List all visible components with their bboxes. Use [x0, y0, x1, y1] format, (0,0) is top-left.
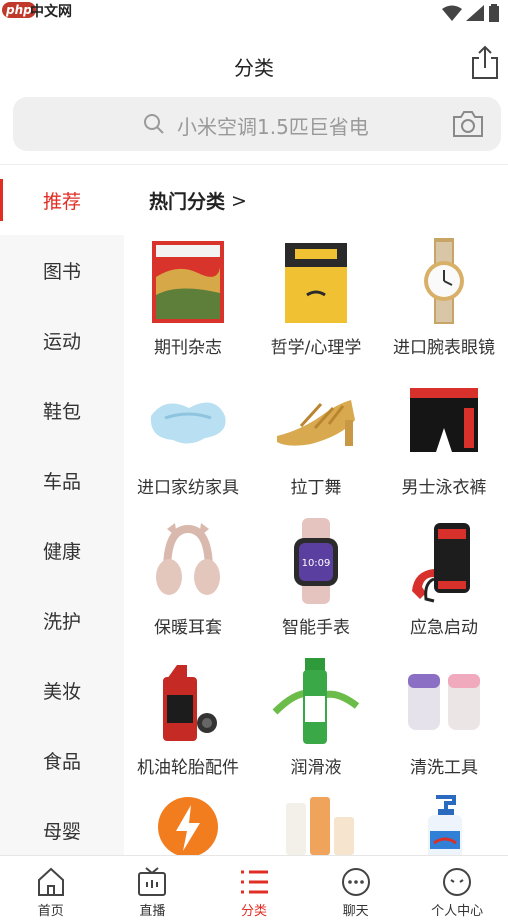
tab-live[interactable]: 直播 — [102, 856, 204, 922]
tab-label: 个人中心 — [431, 904, 484, 919]
category-item[interactable]: 润滑液 — [252, 655, 380, 795]
sidebar-item-label: 推荐 — [42, 190, 81, 213]
sidebar-item-label: 美妆 — [42, 680, 81, 703]
cosmetics-icon — [286, 797, 354, 855]
book-icon — [285, 243, 347, 323]
category-item[interactable] — [380, 795, 508, 855]
category-item[interactable] — [124, 795, 252, 855]
category-item[interactable]: 应急启动 — [380, 515, 508, 655]
sidebar-item-health[interactable]: 健康 — [0, 515, 124, 585]
category-label: 清洗工具 — [410, 758, 478, 778]
category-item[interactable]: 期刊杂志 — [124, 235, 252, 375]
search-input[interactable]: 小米空调1.5匹巨省电 — [13, 97, 501, 151]
category-label: 应急启动 — [410, 618, 478, 638]
category-item[interactable]: 清洗工具 — [380, 655, 508, 795]
chat-icon — [341, 868, 370, 896]
lightning-icon — [158, 797, 218, 855]
sidebar-item-label: 图书 — [42, 260, 81, 283]
page-title: 分类 — [234, 56, 274, 80]
category-item[interactable]: 哲学/心理学 — [252, 235, 380, 375]
header: 分类 — [0, 24, 508, 100]
battery-icon — [489, 4, 499, 22]
category-label: 机油轮胎配件 — [137, 758, 239, 778]
tab-chat[interactable]: 聊天 — [305, 856, 407, 922]
sidebar-item-label: 食品 — [42, 750, 81, 773]
search-placeholder: 小米空调1.5匹巨省电 — [177, 115, 369, 139]
sidebar-item-label: 运动 — [42, 330, 81, 353]
hot-categories-link[interactable]: 热门分类 > — [149, 187, 247, 214]
lubricant-icon — [272, 658, 360, 744]
category-label: 哲学/心理学 — [270, 338, 362, 358]
sidebar-item-label: 母婴 — [42, 820, 81, 843]
chevron-right-icon: > — [231, 189, 247, 212]
category-label: 进口家纺家具 — [137, 478, 239, 498]
wifi-icon — [442, 5, 462, 21]
category-sidebar: 推荐 图书 运动 鞋包 车品 健康 洗护 美妆 食品 母婴 — [0, 165, 124, 855]
sidebar-item-label: 健康 — [42, 540, 81, 563]
hand-soap-icon — [428, 795, 462, 855]
category-item[interactable]: 进口腕表眼镜 — [380, 235, 508, 375]
category-grid: 期刊杂志 哲学/心理学 进口腕表眼镜 进口家纺家具 拉丁舞 男士泳衣裤 保暖耳套… — [124, 235, 508, 855]
magazine-icon — [152, 241, 224, 323]
watch-icon — [424, 238, 464, 324]
category-item[interactable]: 进口家纺家具 — [124, 375, 252, 515]
bottom-tab-bar: 首页 直播 分类 聊天 个人中心 — [0, 855, 508, 922]
motor-oil-icon — [163, 665, 217, 741]
tab-label: 首页 — [37, 904, 64, 919]
category-label: 润滑液 — [290, 758, 342, 778]
category-item[interactable]: 保暖耳套 — [124, 515, 252, 655]
status-icons — [442, 4, 500, 22]
tab-profile[interactable]: 个人中心 — [406, 856, 508, 922]
category-item[interactable] — [252, 795, 380, 855]
sidebar-item-recommend[interactable]: 推荐 — [0, 165, 124, 235]
camera-icon[interactable] — [451, 109, 485, 139]
profile-icon — [443, 868, 472, 896]
sidebar-item-beauty[interactable]: 美妆 — [0, 655, 124, 725]
category-label: 智能手表 — [282, 618, 350, 638]
sidebar-item-car[interactable]: 车品 — [0, 445, 124, 515]
svg-text:10:09: 10:09 — [302, 558, 331, 569]
smartwatch-icon: 10:09 — [294, 518, 338, 604]
home-icon — [37, 867, 64, 896]
jump-starter-icon — [412, 523, 470, 603]
tv-icon — [138, 867, 167, 896]
sidebar-item-sports[interactable]: 运动 — [0, 305, 124, 375]
dance-shoe-icon — [277, 400, 355, 446]
sidebar-item-baby[interactable]: 母婴 — [0, 795, 124, 855]
cleaning-cups-icon — [408, 674, 480, 730]
sidebar-item-food[interactable]: 食品 — [0, 725, 124, 795]
sidebar-item-label: 洗护 — [42, 610, 81, 633]
category-label: 进口腕表眼镜 — [393, 338, 495, 358]
signal-icon — [466, 5, 484, 21]
sidebar-item-care[interactable]: 洗护 — [0, 585, 124, 655]
category-content: 热门分类 > 期刊杂志 哲学/心理学 进口腕表眼镜 进口家纺家具 拉丁舞 男士泳… — [124, 165, 508, 855]
category-label: 期刊杂志 — [154, 338, 222, 358]
category-label: 男士泳衣裤 — [401, 478, 487, 498]
tab-label: 分类 — [240, 904, 267, 919]
tab-label: 聊天 — [342, 904, 369, 919]
tab-home[interactable]: 首页 — [0, 856, 102, 922]
sidebar-item-label: 鞋包 — [42, 400, 81, 423]
tab-label: 直播 — [139, 904, 166, 919]
category-label: 保暖耳套 — [154, 618, 222, 638]
category-label: 拉丁舞 — [290, 478, 342, 498]
sidebar-item-label: 车品 — [42, 470, 81, 493]
list-icon — [240, 870, 268, 894]
tab-category[interactable]: 分类 — [203, 856, 305, 922]
section-title: 热门分类 — [149, 191, 226, 213]
category-item[interactable]: 10:09 智能手表 — [252, 515, 380, 655]
category-item[interactable]: 男士泳衣裤 — [380, 375, 508, 515]
swim-trunks-icon — [410, 388, 478, 452]
earmuff-icon — [156, 523, 220, 595]
watermark-site: 中文网 — [30, 4, 72, 20]
search-icon — [144, 114, 164, 134]
sidebar-item-books[interactable]: 图书 — [0, 235, 124, 305]
status-bar: php 中文网 — [0, 0, 508, 24]
pillow-icon — [150, 402, 226, 444]
share-icon[interactable] — [470, 44, 500, 80]
category-item[interactable]: 机油轮胎配件 — [124, 655, 252, 795]
category-item[interactable]: 拉丁舞 — [252, 375, 380, 515]
sidebar-item-shoes-bags[interactable]: 鞋包 — [0, 375, 124, 445]
